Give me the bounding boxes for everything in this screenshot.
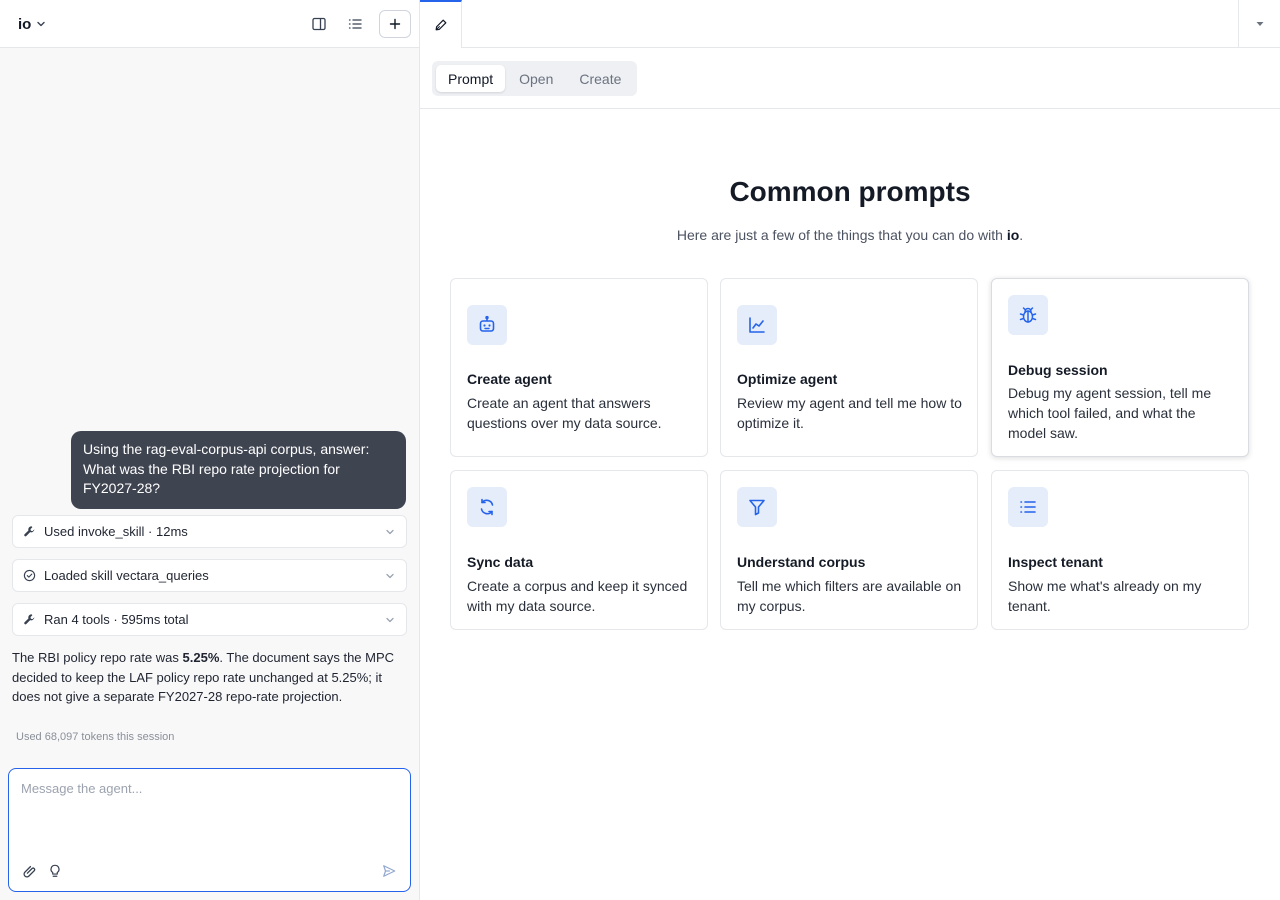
filter-icon <box>749 499 765 516</box>
subtitle-app-name: io <box>1006 227 1020 243</box>
mode-open-button[interactable]: Open <box>507 65 565 92</box>
card-title: Create agent <box>467 371 552 387</box>
prompt-card-optimize-agent[interactable]: Optimize agent Review my agent and tell … <box>720 278 978 457</box>
user-message: Using the rag-eval-corpus-api corpus, an… <box>71 431 406 509</box>
app-switcher[interactable]: io <box>12 12 53 36</box>
robot-icon <box>479 315 495 332</box>
send-button[interactable] <box>380 862 398 880</box>
wrench-icon <box>24 614 35 625</box>
prompt-card-debug-session[interactable]: Debug session Debug my agent session, te… <box>991 278 1249 457</box>
wrench-icon <box>24 526 35 537</box>
card-description: Create an agent that answers questions o… <box>467 395 662 431</box>
token-usage: Used 68,097 tokens this session <box>16 731 175 743</box>
attach-button[interactable] <box>21 862 39 880</box>
chevron-down-icon <box>386 529 394 534</box>
card-icon-box <box>467 487 507 527</box>
chevron-down-icon <box>386 617 394 622</box>
prompt-card-understand-corpus[interactable]: Understand corpus Tell me which filters … <box>720 470 978 630</box>
check-circle-icon <box>23 569 36 582</box>
chart-line-icon <box>749 317 765 333</box>
sessions-button[interactable] <box>341 10 369 38</box>
list-icon <box>1020 501 1036 513</box>
workspace-panel: Prompt Open Create Common prompts Here a… <box>420 0 1280 900</box>
subtitle-text: Here are just a few of the things that y… <box>676 227 1007 243</box>
paperclip-icon <box>23 865 36 878</box>
answer-text: The RBI policy repo rate was <box>12 650 183 665</box>
list-icon <box>348 19 362 29</box>
tab-prompt[interactable] <box>420 0 462 48</box>
card-description: Tell me which filters are available on m… <box>737 578 962 614</box>
subtitle-text: . <box>1019 227 1024 243</box>
send-icon <box>383 865 396 877</box>
card-icon-box <box>737 487 777 527</box>
chat-panel: io Using the rag-eval-corpus-api corpus,… <box>0 0 420 900</box>
message-composer <box>8 768 411 892</box>
assistant-answer: The RBI policy repo rate was 5.25%. The … <box>12 648 407 707</box>
card-description: Review my agent and tell me how to optim… <box>737 395 962 431</box>
chevron-down-icon <box>386 573 394 578</box>
prompt-card-sync-data[interactable]: Sync data Create a corpus and keep it sy… <box>450 470 708 630</box>
mode-create-button[interactable]: Create <box>567 65 633 92</box>
chevron-down-icon <box>37 21 46 27</box>
toggle-panel-button[interactable] <box>305 10 333 38</box>
card-title: Optimize agent <box>737 371 838 387</box>
section-subtitle: Here are just a few of the things that y… <box>420 227 1280 243</box>
mode-switcher: Prompt Open Create <box>432 61 638 96</box>
new-session-button[interactable] <box>379 10 411 38</box>
tool-call-label: Used invoke_skill · 12ms <box>44 524 188 539</box>
tab-bar <box>420 0 1280 48</box>
card-description: Create a corpus and keep it synced with … <box>467 578 688 614</box>
card-description: Debug my agent session, tell me which to… <box>1008 385 1212 441</box>
answer-highlight: 5.25% <box>182 650 220 665</box>
tool-call-label: Loaded skill vectara_queries <box>44 568 209 583</box>
card-description: Show me what's already on my tenant. <box>1008 578 1202 614</box>
card-title: Inspect tenant <box>1008 554 1103 570</box>
sidebar-icon <box>312 17 326 31</box>
prompt-card-create-agent[interactable]: Create agent Create an agent that answer… <box>450 278 708 457</box>
tab-menu-button[interactable] <box>1238 0 1280 47</box>
suggestions-button[interactable] <box>46 862 64 880</box>
section-title: Common prompts <box>729 176 971 207</box>
plus-icon <box>389 18 401 30</box>
chat-header: io <box>0 0 419 48</box>
pen-icon <box>435 19 446 31</box>
sync-icon <box>480 498 494 516</box>
mode-prompt-button[interactable]: Prompt <box>436 65 506 92</box>
tool-call-row[interactable]: Used invoke_skill · 12ms <box>12 515 407 548</box>
lightbulb-icon <box>50 864 60 877</box>
caret-down-icon <box>1256 21 1263 26</box>
message-input[interactable] <box>9 769 410 849</box>
card-icon-box <box>467 305 507 345</box>
card-icon-box <box>737 305 777 345</box>
card-title: Understand corpus <box>737 554 866 570</box>
app-name: io <box>18 15 32 33</box>
tool-call-label: Ran 4 tools · 595ms total <box>44 612 189 627</box>
card-icon-box <box>1008 487 1048 527</box>
tool-call-row[interactable]: Ran 4 tools · 595ms total <box>12 603 407 636</box>
prompt-card-inspect-tenant[interactable]: Inspect tenant Show me what's already on… <box>991 470 1249 630</box>
card-icon-box <box>1008 295 1048 335</box>
mode-bar: Prompt Open Create <box>420 48 1280 109</box>
tool-call-row[interactable]: Loaded skill vectara_queries <box>12 559 407 592</box>
card-title: Sync data <box>467 554 534 570</box>
card-title: Debug session <box>1008 362 1108 378</box>
bug-icon <box>1019 307 1037 323</box>
